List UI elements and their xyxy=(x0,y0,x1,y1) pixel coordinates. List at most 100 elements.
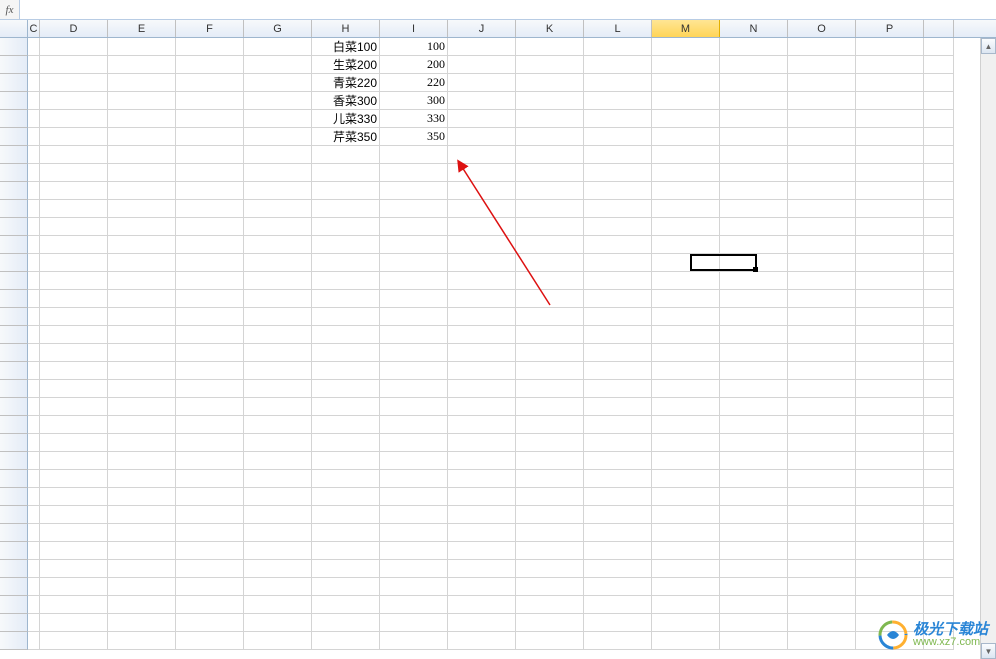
row-header[interactable] xyxy=(0,146,28,164)
cell-G27[interactable] xyxy=(244,506,312,524)
cell-F32[interactable] xyxy=(176,596,244,614)
cell-N20[interactable] xyxy=(720,380,788,398)
row-header[interactable] xyxy=(0,416,28,434)
cell-C3[interactable] xyxy=(28,74,40,92)
cell-F30[interactable] xyxy=(176,560,244,578)
cell-O8[interactable] xyxy=(788,164,856,182)
cell-H6[interactable]: 芹菜350 xyxy=(312,128,380,146)
cell-E29[interactable] xyxy=(108,542,176,560)
cell-C31[interactable] xyxy=(28,578,40,596)
cell-K1[interactable] xyxy=(516,38,584,56)
cell-J25[interactable] xyxy=(448,470,516,488)
row-header[interactable] xyxy=(0,362,28,380)
cell-N14[interactable] xyxy=(720,272,788,290)
cell-O16[interactable] xyxy=(788,308,856,326)
cell-K19[interactable] xyxy=(516,362,584,380)
cell-F18[interactable] xyxy=(176,344,244,362)
cell-Q10[interactable] xyxy=(924,200,954,218)
cell-O34[interactable] xyxy=(788,632,856,650)
cell-P15[interactable] xyxy=(856,290,924,308)
cell-I32[interactable] xyxy=(380,596,448,614)
cell-O22[interactable] xyxy=(788,416,856,434)
cell-L1[interactable] xyxy=(584,38,652,56)
cell-D21[interactable] xyxy=(40,398,108,416)
row-header[interactable] xyxy=(0,614,28,632)
cell-H28[interactable] xyxy=(312,524,380,542)
cell-G2[interactable] xyxy=(244,56,312,74)
cell-I30[interactable] xyxy=(380,560,448,578)
cell-C4[interactable] xyxy=(28,92,40,110)
cell-P16[interactable] xyxy=(856,308,924,326)
cell-G31[interactable] xyxy=(244,578,312,596)
cell-J34[interactable] xyxy=(448,632,516,650)
cell-J2[interactable] xyxy=(448,56,516,74)
cell-L10[interactable] xyxy=(584,200,652,218)
cell-D26[interactable] xyxy=(40,488,108,506)
cell-K5[interactable] xyxy=(516,110,584,128)
cell-J13[interactable] xyxy=(448,254,516,272)
row-header[interactable] xyxy=(0,434,28,452)
cell-J24[interactable] xyxy=(448,452,516,470)
cell-E9[interactable] xyxy=(108,182,176,200)
cell-D3[interactable] xyxy=(40,74,108,92)
cell-M15[interactable] xyxy=(652,290,720,308)
cell-L19[interactable] xyxy=(584,362,652,380)
cell-P12[interactable] xyxy=(856,236,924,254)
cell-M34[interactable] xyxy=(652,632,720,650)
cell-M2[interactable] xyxy=(652,56,720,74)
cell-D16[interactable] xyxy=(40,308,108,326)
cell-P25[interactable] xyxy=(856,470,924,488)
cell-H29[interactable] xyxy=(312,542,380,560)
row-header[interactable] xyxy=(0,470,28,488)
cell-P13[interactable] xyxy=(856,254,924,272)
cell-H13[interactable] xyxy=(312,254,380,272)
cell-E7[interactable] xyxy=(108,146,176,164)
cell-K22[interactable] xyxy=(516,416,584,434)
cell-M16[interactable] xyxy=(652,308,720,326)
row-header[interactable] xyxy=(0,218,28,236)
cell-F10[interactable] xyxy=(176,200,244,218)
cell-C15[interactable] xyxy=(28,290,40,308)
cell-G6[interactable] xyxy=(244,128,312,146)
cell-H19[interactable] xyxy=(312,362,380,380)
row-header[interactable] xyxy=(0,398,28,416)
cell-H2[interactable]: 生菜200 xyxy=(312,56,380,74)
cell-H30[interactable] xyxy=(312,560,380,578)
cell-Q18[interactable] xyxy=(924,344,954,362)
col-header-I[interactable]: I xyxy=(380,20,448,37)
cell-D14[interactable] xyxy=(40,272,108,290)
cell-K34[interactable] xyxy=(516,632,584,650)
cell-L8[interactable] xyxy=(584,164,652,182)
cell-L14[interactable] xyxy=(584,272,652,290)
col-header-E[interactable]: E xyxy=(108,20,176,37)
cell-N25[interactable] xyxy=(720,470,788,488)
cell-F24[interactable] xyxy=(176,452,244,470)
cell-D13[interactable] xyxy=(40,254,108,272)
cell-N13[interactable] xyxy=(720,254,788,272)
cell-D33[interactable] xyxy=(40,614,108,632)
cell-H25[interactable] xyxy=(312,470,380,488)
cell-Q21[interactable] xyxy=(924,398,954,416)
cell-F20[interactable] xyxy=(176,380,244,398)
cell-C17[interactable] xyxy=(28,326,40,344)
cell-Q7[interactable] xyxy=(924,146,954,164)
cell-O14[interactable] xyxy=(788,272,856,290)
cell-O31[interactable] xyxy=(788,578,856,596)
cell-L32[interactable] xyxy=(584,596,652,614)
cell-K32[interactable] xyxy=(516,596,584,614)
cell-K26[interactable] xyxy=(516,488,584,506)
cell-F7[interactable] xyxy=(176,146,244,164)
cell-M19[interactable] xyxy=(652,362,720,380)
cell-I31[interactable] xyxy=(380,578,448,596)
cell-N8[interactable] xyxy=(720,164,788,182)
cell-Q28[interactable] xyxy=(924,524,954,542)
cell-M28[interactable] xyxy=(652,524,720,542)
cell-L17[interactable] xyxy=(584,326,652,344)
cell-O15[interactable] xyxy=(788,290,856,308)
cell-I12[interactable] xyxy=(380,236,448,254)
cell-K17[interactable] xyxy=(516,326,584,344)
col-header-J[interactable]: J xyxy=(448,20,516,37)
cell-C16[interactable] xyxy=(28,308,40,326)
cell-F15[interactable] xyxy=(176,290,244,308)
cell-O20[interactable] xyxy=(788,380,856,398)
